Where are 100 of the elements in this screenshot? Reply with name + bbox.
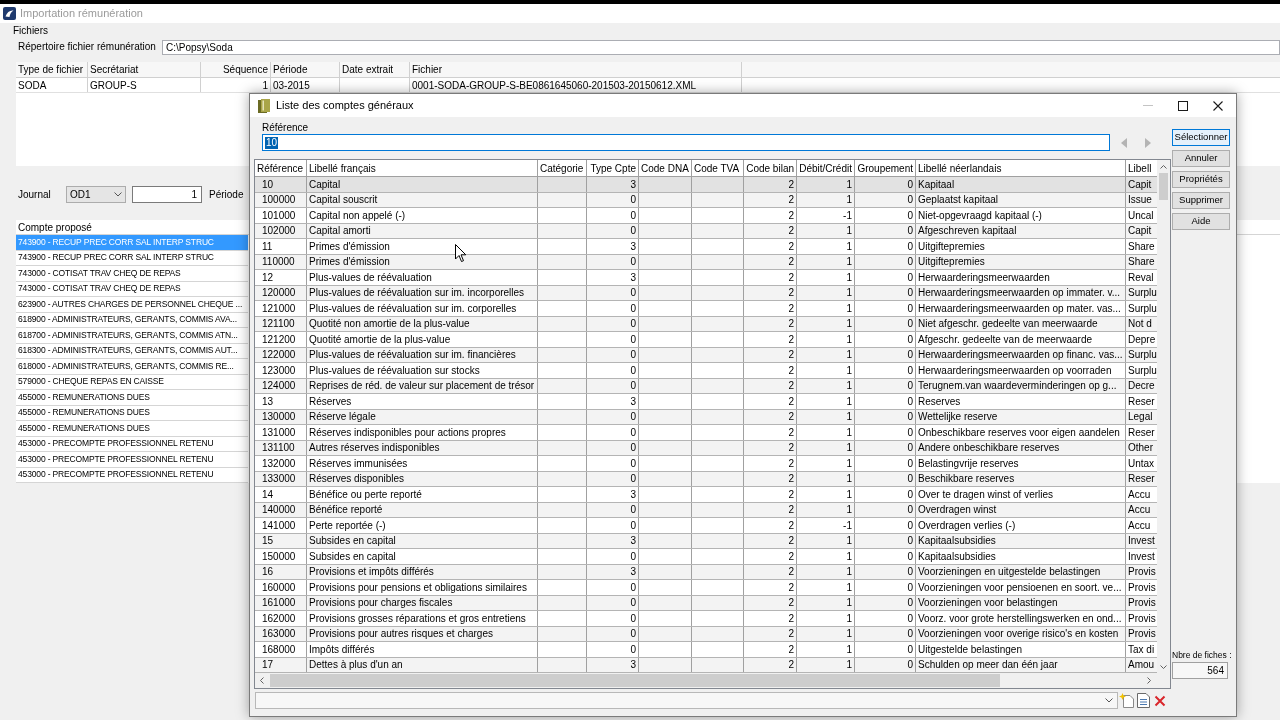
properties-button[interactable]: Propriétés: [1172, 171, 1230, 188]
table-cell: 0: [587, 595, 639, 610]
column-header: Groupement: [855, 160, 916, 176]
document-icon[interactable]: [1137, 693, 1150, 708]
table-cell: Réserves: [307, 394, 538, 409]
table-row[interactable]: 12 Plus-values de réévaluation 3 2 1 0 Herwaarderingsmeerwaarden Reval: [255, 270, 1157, 286]
new-page-icon[interactable]: [1119, 693, 1134, 708]
table-cell-text: Issue: [1127, 193, 1153, 207]
table-cell: 0: [855, 239, 916, 254]
table-cell-text: Surplu: [1127, 286, 1157, 300]
help-button[interactable]: Aide: [1172, 213, 1230, 230]
table-cell: 2: [744, 657, 797, 672]
table-cell: Capital souscrit: [307, 192, 538, 207]
chevron-left-icon[interactable]: [260, 677, 264, 684]
table-cell-text: Accu: [1127, 503, 1152, 517]
delete-button[interactable]: Supprimer: [1172, 192, 1230, 209]
table-cell-text: Invest: [1127, 534, 1156, 548]
table-row[interactable]: 131000 Réserves indisponibles pour actions propres 0 2 1 0 Onbeschikbare reserves voor eigen aandelen Reser: [255, 425, 1157, 441]
table-row[interactable]: 132000 Réserves immunisées 0 2 1 0 Belastingvrije reserves Untax: [255, 456, 1157, 472]
table-cell: 1: [797, 642, 855, 657]
table-row[interactable]: 168000 Impôts différés 0 2 1 0 Uitgestelde belastingen Tax di: [255, 642, 1157, 658]
table-cell-text: Untax: [1127, 456, 1156, 471]
table-cell: 2: [744, 378, 797, 393]
table-cell: Perte reportée (-): [307, 518, 538, 533]
table-cell: Réserves indisponibles pour actions propres: [307, 425, 538, 440]
close-icon[interactable]: [1213, 100, 1223, 111]
table-row[interactable]: 123000 Plus-values de réévaluation sur stocks 0 2 1 0 Herwaarderingsmeerwaarden op voorraden Surplu: [255, 363, 1157, 379]
table-cell: 2: [744, 347, 797, 362]
table-cell-text: Provis: [1127, 596, 1157, 610]
table-cell: 0: [855, 642, 916, 657]
scrollbar-thumb[interactable]: [1159, 173, 1168, 200]
table-row[interactable]: 150000 Subsides en capital 0 2 1 0 Kapitaalsubsidies Invest: [255, 549, 1157, 565]
chevron-down-icon[interactable]: [1160, 664, 1167, 669]
table-cell: Herwaarderingsmeerwaarden op financ. vas...: [916, 347, 1126, 362]
table-cell: 0: [855, 533, 916, 548]
table-cell: Beschikbare reserves: [916, 471, 1126, 486]
table-row[interactable]: 13 Réserves 3 2 1 0 Reserves Reser: [255, 394, 1157, 410]
table-row[interactable]: 121000 Plus-values de réévaluation sur im. corporelles 0 2 1 0 Herwaarderingsmeerwaarden op mater. vas... Surplu: [255, 301, 1157, 317]
table-cell: 3: [587, 564, 639, 579]
table-cell: 15: [255, 533, 307, 548]
table-cell: 16: [255, 564, 307, 579]
cross-icon[interactable]: [1154, 694, 1166, 707]
reference-field[interactable]: 10: [262, 134, 1110, 151]
table-cell: 162000: [255, 611, 307, 626]
table-cell: 0: [587, 223, 639, 238]
table-row[interactable]: 160000 Provisions pour pensions et obligations similaires 0 2 1 0 Voorzieningen voor pensioenen en soort. ve... Provis: [255, 580, 1157, 596]
table-cell: Wettelijke reserve: [916, 409, 1126, 424]
table-cell: 0: [855, 487, 916, 502]
table-cell: 0: [855, 626, 916, 641]
table-cell-text: Reser: [1127, 472, 1156, 486]
table-cell: Impôts différés: [307, 642, 538, 657]
directory-field[interactable]: C:\Popsy\Soda: [162, 39, 1280, 55]
table-cell: 2: [744, 223, 797, 238]
table-row[interactable]: 10 Capital 3 2 1 0 Kapitaal Capit: [255, 177, 1157, 193]
table-row[interactable]: 101000 Capital non appelé (-) 0 2 -1 0 Niet-opgevraagd kapitaal (-) Uncal: [255, 208, 1157, 224]
table-cell: 102000: [255, 223, 307, 238]
table-cell: 1: [797, 502, 855, 517]
table-cell: 123000: [255, 363, 307, 378]
table-cell: 0: [587, 254, 639, 269]
table-row[interactable]: 121200 Quotité amortie de la plus-value 0 2 1 0 Afgeschr. gedeelte van de meerwaarde Depre: [255, 332, 1157, 348]
scrollbar-thumb[interactable]: [270, 674, 1000, 687]
table-row[interactable]: 14 Bénéfice ou perte reporté 3 2 1 0 Over te dragen winst of verlies Accu: [255, 487, 1157, 503]
table-cell: 1: [797, 595, 855, 610]
table-cell: 101000: [255, 208, 307, 223]
table-cell: 2: [744, 595, 797, 610]
journal-select[interactable]: OD1: [66, 186, 126, 203]
journal-number-field[interactable]: 1: [132, 186, 202, 203]
table-cell-text: Legal: [1127, 410, 1154, 424]
table-row[interactable]: 162000 Provisions grosses réparations et gros entretiens 0 2 1 0 Voorz. voor grote herstellingswerken en ond... Provis: [255, 611, 1157, 627]
dropdown-field[interactable]: [255, 692, 1118, 709]
table-cell: 0: [587, 611, 639, 626]
table-cell: 2: [744, 285, 797, 300]
table-cell: 0: [587, 549, 639, 564]
table-cell: 1: [797, 409, 855, 424]
table-cell: 0: [855, 440, 916, 455]
table-cell: 0: [855, 409, 916, 424]
table-cell: Réserves immunisées: [307, 456, 538, 471]
table-cell: Niet-opgevraagd kapitaal (-): [916, 208, 1126, 223]
table-row[interactable]: 11 Primes d'émission 3 2 1 0 Uitgiftepremies Share: [255, 239, 1157, 255]
table-cell: 10: [255, 177, 307, 192]
table-cell: 1: [797, 440, 855, 455]
horizontal-scrollbar[interactable]: [255, 673, 1157, 688]
table-cell: 3: [587, 657, 639, 672]
table-cell: Herwaarderingsmeerwaarden op voorraden: [916, 363, 1126, 378]
maximize-icon[interactable]: [1177, 100, 1188, 111]
dialog-title: Liste des comptes généraux: [276, 98, 414, 114]
column-header: Référence: [255, 160, 307, 176]
chevron-right-icon[interactable]: [1147, 677, 1151, 684]
column-header: Libellé français: [307, 160, 538, 176]
select-button[interactable]: Sélectionner: [1172, 129, 1230, 146]
vertical-scrollbar[interactable]: [1157, 160, 1170, 673]
chevron-up-icon[interactable]: [1160, 164, 1167, 169]
reference-label: Référence: [262, 122, 309, 134]
table-cell: 0: [855, 657, 916, 672]
table-row[interactable]: 141000 Perte reportée (-) 0 2 -1 0 Overdragen verlies (-) Accu: [255, 518, 1157, 534]
table-cell: 0: [587, 471, 639, 486]
table-cell: Schulden op meer dan één jaar: [916, 657, 1126, 672]
cancel-button[interactable]: Annuler: [1172, 150, 1230, 167]
table-cell: Terugnem.van waardeverminderingen op g...: [916, 378, 1126, 393]
table-cell-text: Accu: [1127, 487, 1152, 502]
